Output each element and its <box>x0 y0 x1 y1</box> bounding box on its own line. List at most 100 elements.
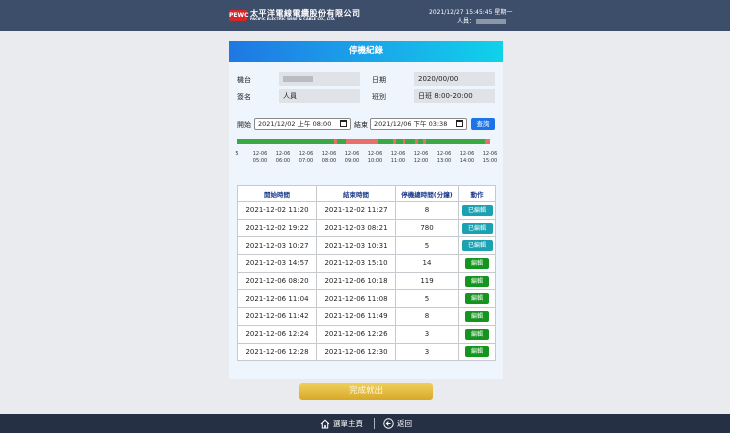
tick-time: 15:00 <box>482 157 498 164</box>
end-label: 結束 <box>354 121 368 129</box>
logo-cn-name: 太平洋電線電纜股份有限公司 <box>250 7 361 18</box>
current-datetime: 2021/12/27 15:45:45 星期一 <box>429 9 513 16</box>
logo-en-name: PACIFIC ELECTRIC WIRE & CABLE CO., LTD. <box>250 16 336 21</box>
edited-button[interactable]: 已編輯 <box>461 204 493 216</box>
start-time-cell: 2021-12-03 10:27 <box>237 236 317 256</box>
logo-text: 太平洋電線電纜股份有限公司 PACIFIC ELECTRIC WIRE & CA… <box>250 9 361 22</box>
tick-time: 06:00 <box>275 157 291 164</box>
table-row: 2021-12-06 11:42 2021-12-06 11:49 8 編輯 <box>237 307 496 326</box>
tick-date: 5 <box>235 151 239 157</box>
action-cell: 已編輯 <box>458 236 496 256</box>
calendar-icon[interactable] <box>340 120 347 127</box>
shift-label: 班別 <box>372 93 386 101</box>
total-minutes-cell: 3 <box>395 342 459 362</box>
timeline-tick: 12-06 07:00 <box>294 151 318 164</box>
end-time-cell: 2021-12-03 10:31 <box>316 236 396 256</box>
timeline-tick: 12-06 08:00 <box>317 151 341 164</box>
table-row: 2021-12-02 19:22 2021-12-03 08:21 780 已編輯 <box>237 218 496 238</box>
person-value-redacted <box>476 19 507 24</box>
query-button[interactable]: 查詢 <box>471 118 495 130</box>
shift-field: 日班 8:00-20:00 <box>414 89 495 103</box>
end-time-cell: 2021-12-03 15:10 <box>316 254 396 273</box>
start-time-cell: 2021-12-06 11:42 <box>237 307 317 326</box>
end-time-cell: 2021-12-02 11:27 <box>316 201 396 220</box>
table-row: 2021-12-06 12:24 2021-12-06 12:26 3 編輯 <box>237 324 496 344</box>
edited-button[interactable]: 已編輯 <box>461 240 493 252</box>
tick-time: 07:00 <box>298 157 314 164</box>
top-bar: PEWC 太平洋電線電纜股份有限公司 PACIFIC ELECTRIC WIRE… <box>0 0 730 31</box>
date-field: 2020/00/00 <box>414 72 495 86</box>
sign-label: 簽名 <box>237 93 251 101</box>
edit-button[interactable]: 編輯 <box>465 310 489 322</box>
start-label: 開始 <box>237 121 251 129</box>
status-timeline <box>237 139 490 144</box>
col-start-time: 開始時間 <box>237 185 317 202</box>
end-time-cell: 2021-12-06 12:26 <box>316 324 396 344</box>
stop-segment <box>415 139 418 144</box>
start-time-cell: 2021-12-06 12:28 <box>237 342 317 362</box>
total-minutes-cell: 5 <box>395 236 459 256</box>
edit-button[interactable]: 編輯 <box>465 275 489 287</box>
bottom-bar: 選單主頁 返回 <box>0 414 730 433</box>
menu-home-label: 選單主頁 <box>333 419 363 428</box>
tick-time: 11:00 <box>390 157 406 164</box>
panel-title: 停機紀錄 <box>229 41 503 62</box>
back-button[interactable]: 返回 <box>383 414 412 433</box>
back-label: 返回 <box>397 419 412 428</box>
finish-button[interactable]: 完成就出 <box>299 383 433 400</box>
stop-segment <box>393 139 396 144</box>
calendar-icon[interactable] <box>456 120 463 127</box>
timeline-tick: 12-06 15:00 <box>478 151 502 164</box>
col-total-minutes: 停機總時間(分鐘) <box>395 185 459 202</box>
start-time-cell: 2021-12-02 11:20 <box>237 201 317 220</box>
sign-field: 人員 <box>279 89 360 103</box>
end-datetime-input[interactable]: 2021/12/06 下午 03:38 <box>370 118 467 130</box>
action-cell: 編輯 <box>458 271 496 291</box>
stop-segment <box>346 139 378 144</box>
action-cell: 已編輯 <box>458 201 496 220</box>
bottom-divider <box>374 418 375 429</box>
timeline-tick: 12-06 09:00 <box>340 151 364 164</box>
tick-time: 13:00 <box>436 157 452 164</box>
total-minutes-cell: 14 <box>395 254 459 273</box>
edit-button[interactable]: 編輯 <box>465 346 489 358</box>
timeline-tick: 12-06 06:00 <box>271 151 295 164</box>
home-icon <box>320 419 330 428</box>
table-row: 2021-12-03 14:57 2021-12-03 15:10 14 編輯 <box>237 254 496 273</box>
end-time-cell: 2021-12-03 08:21 <box>316 218 396 238</box>
action-cell: 編輯 <box>458 324 496 344</box>
timeline-tick: 12-06 10:00 <box>363 151 387 164</box>
logo-badge: PEWC <box>229 9 249 21</box>
edited-button[interactable]: 已編輯 <box>461 222 493 234</box>
start-datetime-value: 2021/12/02 上午 08:00 <box>258 120 332 128</box>
start-datetime-input[interactable]: 2021/12/02 上午 08:00 <box>254 118 351 130</box>
table-row: 2021-12-02 11:20 2021-12-02 11:27 8 已編輯 <box>237 201 496 220</box>
tick-time: 12:00 <box>413 157 429 164</box>
total-minutes-cell: 5 <box>395 289 459 309</box>
edit-button[interactable]: 編輯 <box>465 293 489 305</box>
person-label: 人員： <box>457 18 476 25</box>
col-action: 動作 <box>458 185 496 202</box>
start-time-cell: 2021-12-02 19:22 <box>237 218 317 238</box>
timeline-tick: 12-06 14:00 <box>455 151 479 164</box>
table-row: 2021-12-06 08:20 2021-12-06 10:18 119 編輯 <box>237 271 496 291</box>
downtime-table: 開始時間 結束時間 停機總時間(分鐘) 動作 2021-12-02 11:20 2… <box>237 185 496 362</box>
action-cell: 編輯 <box>458 254 496 273</box>
edit-button[interactable]: 編輯 <box>465 328 489 340</box>
total-minutes-cell: 780 <box>395 218 459 238</box>
tick-time: 10:00 <box>367 157 383 164</box>
total-minutes-cell: 3 <box>395 324 459 344</box>
table-header-row: 開始時間 結束時間 停機總時間(分鐘) 動作 <box>237 185 496 202</box>
table-row: 2021-12-06 12:28 2021-12-06 12:30 3 編輯 <box>237 342 496 362</box>
timeline-tick: 12-06 05:00 <box>248 151 272 164</box>
person-indicator: 人員： <box>457 16 507 25</box>
menu-home-button[interactable]: 選單主頁 <box>320 414 363 433</box>
back-arrow-icon <box>383 418 394 429</box>
table-row: 2021-12-06 11:04 2021-12-06 11:08 5 編輯 <box>237 289 496 309</box>
start-time-cell: 2021-12-06 08:20 <box>237 271 317 291</box>
timeline-tick: 12-06 13:00 <box>432 151 456 164</box>
tick-time: 09:00 <box>344 157 360 164</box>
table-row: 2021-12-03 10:27 2021-12-03 10:31 5 已編輯 <box>237 236 496 256</box>
edit-button[interactable]: 編輯 <box>465 257 489 269</box>
end-time-cell: 2021-12-06 11:08 <box>316 289 396 309</box>
